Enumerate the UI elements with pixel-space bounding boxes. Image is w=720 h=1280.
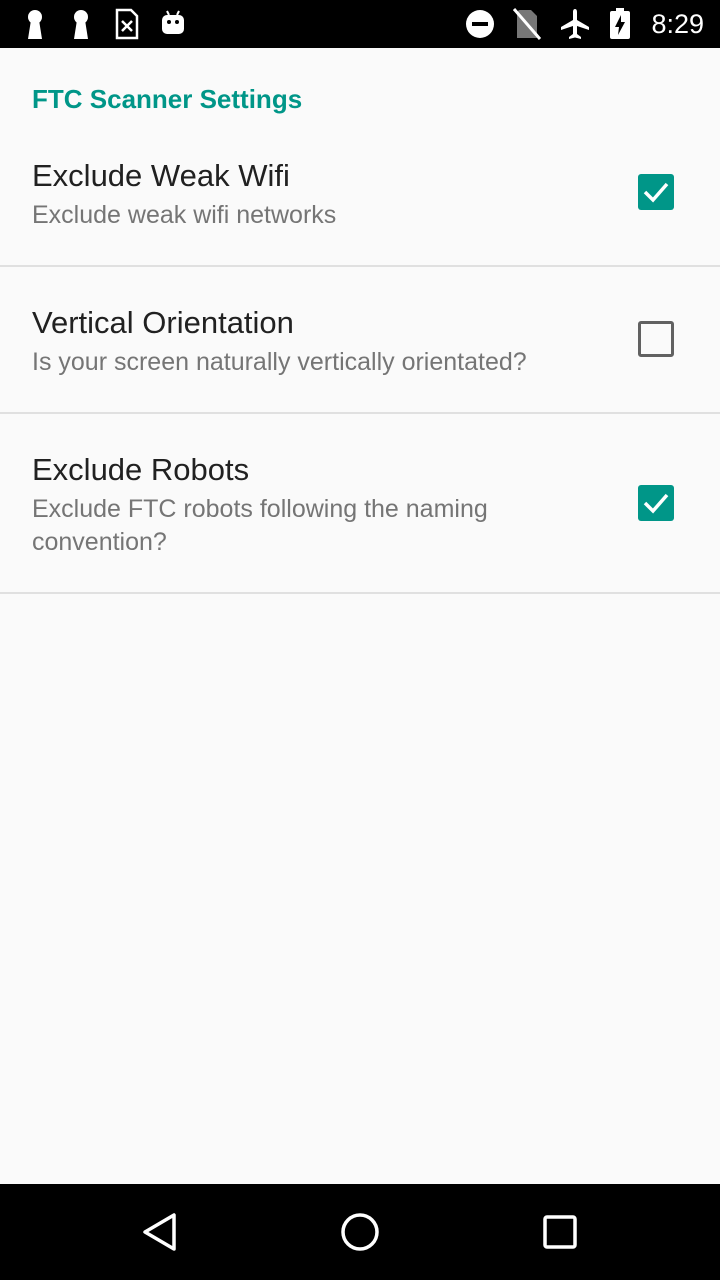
settings-screen: 8:29 FTC Scanner Settings Exclude Weak W… — [0, 0, 720, 1280]
pref-summary: Exclude FTC robots following the naming … — [32, 495, 488, 556]
checkbox-exclude-robots[interactable] — [638, 485, 674, 521]
back-icon[interactable] — [140, 1212, 180, 1252]
check-icon — [643, 493, 669, 514]
android-icon — [162, 10, 184, 34]
pref-title: Vertical Orientation — [32, 305, 294, 340]
status-time: 8:29 — [651, 9, 704, 39]
pref-summary: Is your screen naturally vertically orie… — [32, 348, 527, 376]
navigation-bar — [0, 1184, 720, 1280]
divider — [0, 265, 720, 267]
pref-title: Exclude Robots — [32, 452, 250, 487]
pref-exclude-robots[interactable]: Exclude Robots Exclude FTC robots follow… — [0, 438, 720, 592]
do-not-disturb-icon — [466, 10, 495, 38]
home-icon[interactable] — [340, 1212, 380, 1252]
no-sim-icon — [513, 8, 542, 40]
checkbox-exclude-weak-wifi[interactable] — [638, 174, 674, 210]
pref-title: Exclude Weak Wifi — [32, 158, 290, 193]
pref-exclude-weak-wifi[interactable]: Exclude Weak Wifi Exclude weak wifi netw… — [0, 144, 720, 266]
sim-x-icon — [115, 8, 139, 40]
pref-summary: Exclude weak wifi networks — [32, 201, 337, 229]
category-title: FTC Scanner Settings — [32, 84, 303, 114]
airplane-mode-icon — [561, 9, 590, 39]
battery-charging-icon — [610, 8, 631, 39]
status-bar: 8:29 — [0, 0, 720, 48]
divider — [0, 412, 720, 414]
keyhole-icon — [74, 10, 88, 39]
recents-icon[interactable] — [540, 1212, 580, 1252]
check-icon — [643, 182, 669, 203]
checkbox-vertical-orientation[interactable] — [638, 321, 674, 357]
divider — [0, 592, 720, 594]
keyhole-icon — [28, 10, 42, 39]
pref-vertical-orientation[interactable]: Vertical Orientation Is your screen natu… — [0, 291, 720, 413]
